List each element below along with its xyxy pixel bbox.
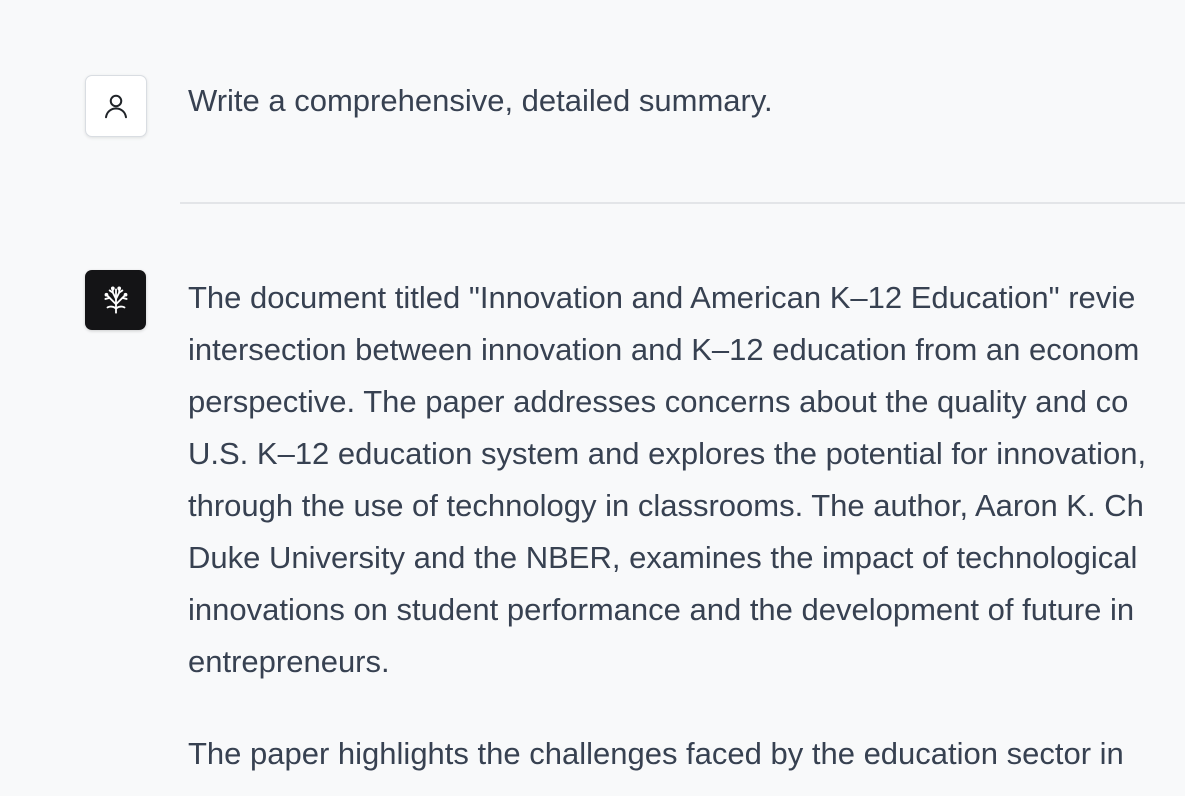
assistant-response: The document titled "Innovation and Amer… [188,272,1185,780]
response-line: The document titled "Innovation and Amer… [188,280,1136,315]
response-line: innovations on student performance and t… [188,592,1135,627]
chat-view: Write a comprehensive, detailed summary.… [0,0,1185,796]
response-line: perspective. The paper addresses concern… [188,384,1129,419]
person-icon [105,94,127,119]
response-line: U.S. K–12 education system and explores … [188,436,1147,471]
user-avatar [85,75,147,137]
coral-logo-icon [103,286,128,314]
message-divider [180,202,1185,204]
response-line: The paper highlights the challenges face… [188,736,1124,771]
response-paragraph: The document titled "Innovation and Amer… [188,272,1185,688]
assistant-avatar [85,270,146,330]
response-line: through the use of technology in classro… [188,488,1144,523]
response-line: Duke University and the NBER, examines t… [188,540,1138,575]
response-paragraph: The paper highlights the challenges face… [188,728,1185,780]
response-line: entrepreneurs. [188,644,390,679]
response-line: intersection between innovation and K–12… [188,332,1140,367]
user-message: Write a comprehensive, detailed summary. [188,83,773,118]
